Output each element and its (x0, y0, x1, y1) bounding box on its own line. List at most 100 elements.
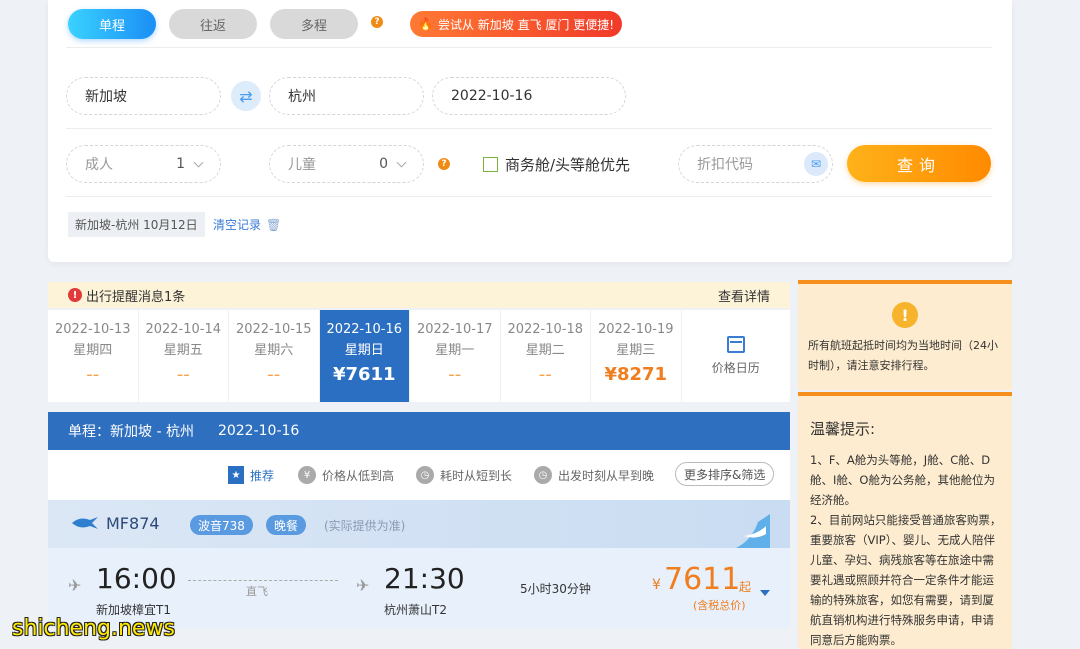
route-date: 2022-10-16 (217, 423, 300, 439)
search-panel: 单程 往返 多程 ? 🔥 尝试从 新加坡 直飞 厦门 更便捷! 新加坡 ⇄ 杭州… (48, 0, 1012, 262)
child-select[interactable]: 儿童 0 (269, 145, 424, 183)
date-label: 2022-10-17 (416, 322, 493, 337)
weekday-label: 星期四 (73, 343, 113, 358)
adult-label: 成人 (85, 157, 113, 173)
arrival-time: 21:30 (384, 562, 465, 595)
price-calendar-button[interactable]: 价格日历 (682, 310, 791, 402)
adult-select[interactable]: 成人 1 (66, 145, 221, 183)
date-cell[interactable]: 2022-10-14 星期五 -- (139, 310, 229, 402)
child-count: 0 (379, 156, 388, 172)
divider (66, 128, 992, 129)
date-price: -- (176, 364, 190, 385)
travel-alert-bar: ! 出行提醒消息1条 查看详情 (48, 282, 790, 308)
date-input[interactable]: 2022-10-16 (432, 77, 626, 115)
yen-icon: ¥ (298, 466, 316, 484)
expand-caret-icon[interactable] (760, 590, 770, 596)
date-value: 2022-10-16 (451, 88, 533, 104)
flight-duration: 5小时30分钟 (520, 582, 591, 596)
divider (66, 196, 992, 197)
chevron-down-icon (193, 157, 204, 167)
weekday-label: 星期六 (254, 343, 294, 358)
from-city-value: 新加坡 (85, 89, 127, 105)
watermark: shicheng.news (12, 616, 175, 641)
sort-bar: ★ 推荐 ¥ 价格从低到高 ◷ 耗时从短到长 ◷ 出发时刻从早到晚 更多排序&筛… (48, 450, 790, 500)
sort-recommend-label: 推荐 (250, 468, 275, 483)
help-icon[interactable]: ? (438, 158, 450, 170)
promo-text: 尝试从 新加坡 直飞 厦门 更便捷! (437, 17, 615, 32)
date-selector: 2022-10-13 星期四 -- 2022-10-14 星期五 -- 2022… (48, 310, 790, 402)
route-line (188, 580, 338, 581)
trip-round-button[interactable]: 往返 (169, 9, 257, 39)
arrival-airport: 杭州萧山T2 (384, 603, 447, 617)
tips-title: 温馨提示: (810, 420, 876, 438)
meal-tag: 晚餐 (266, 515, 307, 535)
tip-item: 2、目前网站只能接受普通旅客购票，重要旅客（VIP）、婴儿、无成人陪伴儿童、孕妇… (810, 513, 1002, 647)
date-label: 2022-10-15 (235, 322, 312, 337)
date-cell-selected[interactable]: 2022-10-16 星期日 ¥7611 (319, 310, 410, 402)
date-label: 2022-10-16 (326, 322, 403, 337)
business-class-checkbox[interactable] (483, 157, 498, 172)
date-cell[interactable]: 2022-10-19 星期三 ¥8271 (591, 310, 682, 402)
direct-flight-label: 直飞 (246, 585, 268, 598)
search-button[interactable]: 查询 (847, 145, 991, 182)
meal-note: (实际提供为准) (324, 519, 406, 533)
to-city-value: 杭州 (288, 89, 316, 105)
timezone-notice-text: 所有航班起抵时间均为当地时间（24小时制），请注意安排行程。 (808, 339, 998, 372)
clear-history-label: 清空记录 (213, 218, 262, 232)
tips-body: 1、F、A舱为头等舱，J舱、C舱、D舱、I舱、O舱为公务舱，其他舱位为经济舱。 … (810, 450, 1004, 649)
coupon-input[interactable]: 折扣代码 ✉ (678, 145, 833, 183)
aircraft-tag: 波音738 (190, 515, 253, 535)
trip-multi-button[interactable]: 多程 (270, 9, 358, 39)
swap-icon[interactable]: ⇄ (231, 81, 261, 111)
clock-icon: ◷ (534, 466, 552, 484)
airline-tail-icon (736, 514, 770, 548)
date-price: ¥8271 (604, 364, 668, 385)
route-header: 单程：新加坡 - 杭州 2022-10-16 (48, 412, 790, 450)
fire-icon: 🔥 (418, 17, 433, 31)
sort-duration[interactable]: ◷ 耗时从短到长 (416, 466, 512, 484)
sort-duration-label: 耗时从短到长 (440, 468, 513, 483)
date-cell[interactable]: 2022-10-15 星期六 -- (229, 310, 320, 402)
calendar-icon (726, 336, 745, 353)
date-cell[interactable]: 2022-10-17 星期一 -- (410, 310, 501, 402)
child-label: 儿童 (288, 157, 316, 173)
coupon-icon[interactable]: ✉ (804, 152, 828, 176)
date-cell[interactable]: 2022-10-18 星期二 -- (501, 310, 591, 402)
date-price: -- (538, 364, 552, 385)
info-icon: ! (892, 302, 918, 328)
arrival-plane-icon: ✈ (356, 576, 370, 595)
sort-departure[interactable]: ◷ 出发时刻从早到晚 (534, 466, 654, 484)
promo-banner[interactable]: 🔥 尝试从 新加坡 直飞 厦门 更便捷! (410, 11, 622, 37)
date-price: -- (448, 364, 462, 385)
weekday-label: 星期五 (163, 343, 203, 358)
tip-item: 1、F、A舱为头等舱，J舱、C舱、D舱、I舱、O舱为公务舱，其他舱位为经济舱。 (810, 453, 995, 507)
airline-logo-icon (72, 517, 98, 529)
price-from-label: 起 (739, 580, 752, 594)
tax-note: (含税总价) (693, 599, 746, 612)
date-cell[interactable]: 2022-10-13 星期四 -- (48, 310, 139, 402)
date-price: -- (86, 364, 100, 385)
date-price: ¥7611 (332, 364, 396, 385)
weekday-label: 星期一 (435, 343, 475, 358)
to-city-input[interactable]: 杭州 (269, 77, 424, 115)
view-details-link[interactable]: 查看详情 (718, 286, 770, 305)
clock-icon: ◷ (416, 466, 434, 484)
divider (66, 47, 992, 48)
help-icon[interactable]: ? (371, 16, 383, 28)
departure-time: 16:00 (96, 562, 177, 595)
timezone-notice: ! 所有航班起抵时间均为当地时间（24小时制），请注意安排行程。 (798, 280, 1012, 390)
sort-recommend[interactable]: ★ 推荐 (228, 466, 274, 484)
trip-one-way-button[interactable]: 单程 (68, 9, 156, 39)
clear-history-link[interactable]: 清空记录 🗑 (213, 216, 281, 233)
sort-price[interactable]: ¥ 价格从低到高 (298, 466, 394, 484)
weekday-label: 星期日 (344, 343, 384, 358)
coupon-placeholder: 折扣代码 (697, 157, 753, 173)
alert-message: 出行提醒消息1条 (86, 289, 186, 305)
more-sort-filter-button[interactable]: 更多排序&筛选 (675, 462, 775, 486)
from-city-input[interactable]: 新加坡 (66, 77, 221, 115)
search-history-item[interactable]: 新加坡-杭州 10月12日 (68, 212, 205, 237)
weekday-label: 星期三 (616, 343, 656, 358)
price-currency: ¥ (652, 577, 661, 593)
flight-price: 7611 (664, 562, 741, 597)
weekday-label: 星期二 (525, 343, 565, 358)
